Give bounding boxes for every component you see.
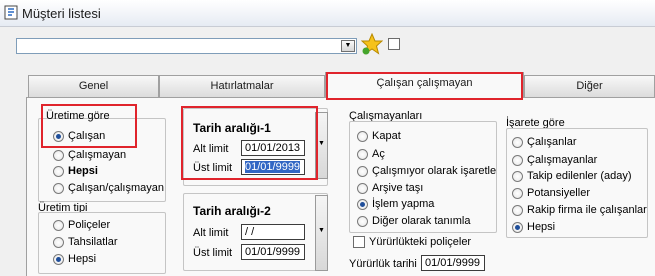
radio-policeler[interactable]: Poliçeler [53, 219, 110, 231]
radio-kapat[interactable]: Kapat [357, 130, 401, 142]
radio-ac[interactable]: Aç [357, 148, 385, 160]
radio-icon [357, 148, 368, 160]
radio-calismayan[interactable]: Çalışmayan [53, 149, 126, 161]
radio-hepsi-isaret[interactable]: Hepsi [512, 221, 555, 233]
filter-combobox[interactable]: ▼ [16, 38, 357, 54]
radio-icon [53, 219, 64, 231]
field-value: 01/01/9999 [425, 257, 481, 269]
ust-limit-label: Üst limit [193, 247, 233, 259]
tab-label: Diğer [576, 80, 603, 92]
radio-icon [53, 253, 64, 265]
tarih2-alt-limit-input[interactable]: / / [241, 224, 305, 240]
option-label: Çalışan/çalışmayan [68, 182, 164, 194]
option-label: Aç [372, 148, 385, 160]
radio-icon [512, 221, 523, 233]
radio-icon [512, 154, 523, 166]
radio-icon [53, 165, 64, 177]
field-value: 01/01/9999 [245, 246, 301, 258]
app-icon [4, 5, 18, 20]
option-label: Çalışmayanlar [527, 154, 598, 166]
favorites-star-icon[interactable] [361, 33, 383, 55]
tab-highlight [326, 72, 523, 100]
radio-icon [53, 149, 64, 161]
tarih-araligi-2-title: Tarih aralığı-2 [193, 204, 271, 218]
field-value: / / [245, 226, 255, 238]
radio-icon [357, 182, 368, 194]
radio-islem-yapma[interactable]: İşlem yapma [357, 198, 434, 210]
window-title: Müşteri listesi [22, 6, 101, 21]
radio-calisan[interactable]: Çalışan [53, 130, 105, 142]
radio-icon [357, 130, 368, 142]
option-label: Arşive taşı [372, 182, 424, 194]
option-label: Çalışmayan [68, 149, 127, 161]
yururluk-tarihi-label: Yürürlük tarihi [349, 258, 417, 270]
option-label: Çalışmıyor olarak işaretle [372, 165, 497, 177]
radio-arsive-tasi[interactable]: Arşive taşı [357, 182, 423, 194]
radio-icon [53, 236, 64, 248]
option-label: Diğer olarak tanımla [372, 215, 471, 227]
radio-icon [512, 170, 523, 182]
tarih-araligi-1-highlight [181, 106, 318, 180]
option-label: Hepsi [68, 253, 97, 265]
tab-diger[interactable]: Diğer [524, 75, 655, 97]
option-label: Çalışan [68, 130, 106, 142]
radio-icon [512, 187, 523, 199]
radio-icon [357, 165, 368, 177]
option-label: Takip edilenler (aday) [527, 170, 632, 182]
option-label: Kapat [372, 130, 401, 142]
yururlukteki-policeler-checkbox[interactable]: Yürürlükteki poliçeler [353, 236, 472, 249]
radio-hepsi[interactable]: Hepsi [53, 165, 98, 177]
radio-diger-tanimla[interactable]: Diğer olarak tanımla [357, 215, 470, 227]
favorite-checkbox[interactable] [388, 38, 400, 50]
tarih2-ust-limit-input[interactable]: 01/01/9999 [241, 244, 305, 260]
radio-hepsi-tip[interactable]: Hepsi [53, 253, 96, 265]
option-label: Tahsilatlar [68, 236, 118, 248]
radio-potansiyeller[interactable]: Potansiyeller [512, 187, 590, 199]
tab-hatirlatmalar[interactable]: Hatırlatmalar [159, 75, 325, 97]
option-label: Potansiyeller [527, 187, 590, 199]
checkbox-icon [353, 236, 365, 249]
radio-icon [357, 198, 368, 210]
radio-calismayanlar[interactable]: Çalışmayanlar [512, 154, 597, 166]
checkbox-label: Yürürlükteki poliçeler [369, 236, 472, 248]
radio-icon [357, 215, 368, 227]
radio-rakip-firma[interactable]: Rakip firma ile çalışanlar [512, 204, 647, 216]
option-label: Poliçeler [68, 219, 111, 231]
radio-tahsilatlar[interactable]: Tahsilatlar [53, 236, 118, 248]
radio-icon [53, 130, 64, 142]
radio-icon [512, 136, 523, 148]
option-label: Çalışanlar [527, 136, 577, 148]
yururluk-tarihi-input[interactable]: 01/01/9999 [421, 255, 485, 271]
option-label: İşlem yapma [372, 198, 435, 210]
option-label: Hepsi [68, 165, 98, 177]
radio-calismiyor-isaretle[interactable]: Çalışmıyor olarak işaretle [357, 165, 496, 177]
chevron-down-icon[interactable]: ▼ [341, 40, 355, 52]
option-label: Hepsi [527, 221, 556, 233]
alt-limit-label: Alt limit [193, 227, 229, 239]
radio-icon [53, 182, 64, 194]
tab-genel[interactable]: Genel [28, 75, 159, 97]
radio-calisanlar[interactable]: Çalışanlar [512, 136, 577, 148]
radio-takip-edilenler[interactable]: Takip edilenler (aday) [512, 170, 632, 182]
radio-icon [512, 204, 523, 216]
tab-label: Hatırlatmalar [210, 80, 274, 92]
option-label: Rakip firma ile çalışanlar [527, 204, 647, 216]
tarih2-scroll[interactable]: ▼ [315, 195, 328, 271]
radio-calisan-calismayan[interactable]: Çalışan/çalışmayan [53, 182, 164, 194]
tab-label: Genel [78, 80, 109, 92]
